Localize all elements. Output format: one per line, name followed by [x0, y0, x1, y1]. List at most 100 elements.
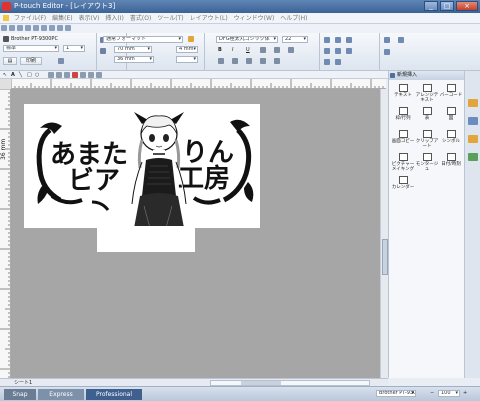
justify-icon[interactable] [260, 58, 266, 64]
zoom-select[interactable]: 100 [438, 390, 460, 397]
menu-view[interactable]: 表示(V) [76, 13, 103, 24]
align-left-icon[interactable] [218, 58, 224, 64]
italic-button[interactable]: I [232, 47, 233, 53]
label-page-extension [97, 226, 195, 252]
insert-item[interactable]: モンタージュ [415, 151, 439, 173]
underline-button[interactable]: U [246, 47, 250, 53]
cut-tool-icon[interactable] [80, 72, 86, 78]
snap-icon[interactable] [384, 49, 390, 55]
menu-window[interactable]: ウィンドウ(W) [231, 13, 278, 24]
database-tab-icon[interactable] [468, 135, 478, 143]
insert-item[interactable]: テキスト [391, 82, 415, 104]
label-text-line2-left[interactable]: ビア [68, 168, 120, 194]
align-middle-icon[interactable] [335, 37, 341, 43]
insert-item[interactable]: バーコード [439, 82, 463, 104]
fill-icon[interactable] [48, 72, 54, 78]
oval-tool-icon[interactable]: ○ [35, 72, 39, 78]
select-tool-icon[interactable]: ↖ [3, 72, 7, 78]
character-illustration[interactable] [120, 110, 198, 228]
tape-width-select[interactable]: 36 mm [114, 56, 154, 63]
bring-front-icon[interactable] [324, 48, 330, 54]
vertical-text-icon[interactable] [288, 47, 294, 53]
menu-layout[interactable]: レイアウト(L) [187, 13, 231, 24]
paste-tool-icon[interactable] [96, 72, 102, 78]
bold-button[interactable]: B [218, 47, 222, 53]
copies-field[interactable]: 1 [63, 45, 85, 52]
insert-item[interactable]: アレンジテキスト [415, 82, 439, 104]
redo-icon[interactable] [41, 25, 47, 31]
mode-professional[interactable]: Professional [86, 389, 142, 400]
menu-file[interactable]: ファイル(F) [11, 13, 49, 24]
delete-icon[interactable] [72, 72, 78, 78]
copy-tool-icon[interactable] [88, 72, 94, 78]
paste-icon[interactable] [65, 25, 71, 31]
align-right-icon[interactable] [246, 58, 252, 64]
insert-item[interactable]: ピクチャーメイキング [391, 151, 415, 173]
extra-field[interactable] [176, 56, 198, 63]
length-field[interactable]: 70 mm [114, 46, 152, 53]
save-icon[interactable] [17, 25, 23, 31]
menu-insert[interactable]: 挿入(I) [102, 13, 126, 24]
align-bottom-icon[interactable] [346, 37, 352, 43]
h-scroll-thumb[interactable] [241, 381, 281, 385]
text-tool-icon[interactable]: A [11, 72, 15, 78]
insert-item-label: アレンジテキスト [415, 93, 439, 103]
send-back-icon[interactable] [335, 48, 341, 54]
insert-item[interactable]: 画面コピー [391, 128, 415, 150]
standard-select[interactable]: 標準 [3, 45, 59, 52]
zoom-out-icon[interactable]: − [430, 390, 434, 396]
print-button[interactable]: 印刷 [20, 57, 42, 65]
insert-item[interactable]: シンボル [439, 128, 463, 150]
settings-icon[interactable] [58, 58, 64, 64]
maximize-button[interactable]: □ [440, 1, 454, 11]
font-select[interactable]: DFG極太丸ゴシック体 [216, 36, 278, 43]
pen-icon[interactable] [56, 72, 62, 78]
menu-edit[interactable]: 編集(E) [49, 13, 75, 24]
indent-icon[interactable] [274, 58, 280, 64]
grid-icon[interactable] [384, 37, 390, 43]
insert-item[interactable]: 日付/時刻 [439, 151, 463, 173]
image-tool-icon[interactable] [64, 72, 70, 78]
minimize-button[interactable]: _ [424, 1, 438, 11]
format-select[interactable]: 通常フォーマット [103, 36, 183, 43]
label-page[interactable]: あまた りん ビア 工房 [24, 104, 260, 228]
mode-express[interactable]: Express [38, 389, 84, 400]
menu-tools[interactable]: ツール(T) [154, 13, 186, 24]
align-center-icon[interactable] [232, 58, 238, 64]
folder-icon[interactable] [188, 36, 194, 42]
print-preview-button[interactable]: ▤ [3, 57, 17, 65]
strike-icon[interactable] [260, 47, 266, 53]
layout-tab-icon[interactable] [468, 117, 478, 125]
insert-item[interactable]: 表 [415, 105, 439, 127]
vertical-scrollbar[interactable] [380, 89, 388, 378]
align-top-icon[interactable] [324, 37, 330, 43]
font-size-select[interactable]: 22 [282, 36, 308, 43]
close-button[interactable]: × [456, 1, 478, 11]
flip-icon[interactable] [335, 59, 341, 65]
menu-format[interactable]: 書式(O) [127, 13, 154, 24]
open-icon[interactable] [9, 25, 15, 31]
undo-icon[interactable] [33, 25, 39, 31]
clip-tab-icon[interactable] [468, 153, 478, 161]
copy-icon[interactable] [57, 25, 63, 31]
line-tool-icon[interactable]: ╲ [19, 72, 22, 78]
insert-item[interactable]: クリップアート [415, 128, 439, 150]
print-icon[interactable] [25, 25, 31, 31]
insert-item[interactable]: 枠/行列 [391, 105, 415, 127]
menu-help[interactable]: ヘルプ(H) [277, 13, 310, 24]
margin-field[interactable]: 4 mm [176, 46, 198, 53]
printer-select[interactable]: Brother PT-930 [376, 390, 416, 397]
new-icon[interactable] [1, 25, 7, 31]
group-icon[interactable] [346, 48, 352, 54]
insert-item[interactable]: カレンダー [391, 174, 415, 196]
rotate-icon[interactable] [324, 59, 330, 65]
label-text-line1-left[interactable]: あまた [50, 142, 128, 168]
insert-item[interactable]: 図 [439, 105, 463, 127]
shadow-icon[interactable] [274, 47, 280, 53]
shape-tool-icon[interactable]: □ [27, 72, 32, 78]
mode-snap[interactable]: Snap [4, 389, 36, 400]
cut-icon[interactable] [49, 25, 55, 31]
zoom-in-icon[interactable]: + [463, 390, 467, 396]
zoom-icon[interactable] [398, 37, 404, 43]
properties-tab-icon[interactable] [468, 99, 478, 107]
